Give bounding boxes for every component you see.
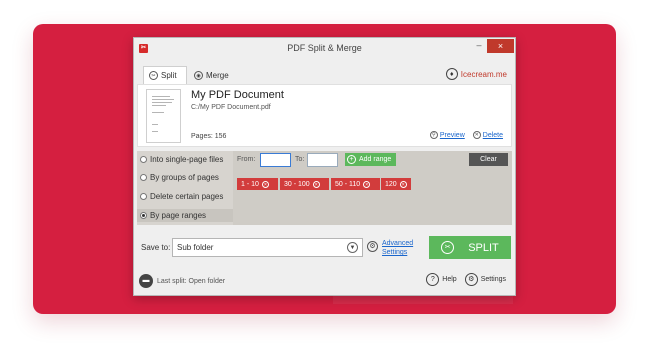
split-button[interactable]: ✂ SPLIT: [429, 236, 511, 259]
document-path: C:/My PDF Document.pdf: [191, 104, 271, 111]
document-actions: ⚲ Preview ✕ Delete: [422, 131, 503, 139]
radio-label: By page ranges: [150, 211, 207, 220]
tab-merge-label: Merge: [206, 70, 229, 80]
radio-dot: [140, 193, 147, 200]
range-chip-label: 1 - 10: [241, 180, 259, 188]
range-chip[interactable]: 1 - 10 ×: [237, 178, 278, 190]
save-to-value: Sub folder: [177, 243, 214, 252]
advanced-label-line2: Settings: [382, 249, 408, 256]
preview-link[interactable]: Preview: [440, 132, 465, 139]
tab-split-label: Split: [161, 71, 177, 80]
document-panel: My PDF Document C:/My PDF Document.pdf P…: [137, 84, 512, 147]
merge-icon: ◉: [194, 70, 203, 80]
tab-merge[interactable]: ◉ Merge: [194, 66, 229, 84]
remove-icon[interactable]: ×: [399, 180, 407, 188]
from-input[interactable]: [260, 153, 291, 167]
radio-label: Into single-page files: [150, 155, 224, 164]
app-window: ✂ PDF Split & Merge – × ✂ Split ◉ Merge …: [133, 37, 516, 296]
page-range-editor: From: To: + Add range Clear 1 - 10 × 30 …: [233, 151, 512, 225]
brand-label: Icecream.me: [460, 69, 507, 79]
save-to-select[interactable]: Sub folder ▼: [172, 238, 363, 257]
folder-icon: ▬: [139, 274, 153, 288]
minimize-button[interactable]: –: [473, 39, 485, 53]
range-chip-label: 50 - 110: [335, 180, 361, 188]
range-chip[interactable]: 50 - 110 ×: [331, 178, 380, 190]
clear-button[interactable]: Clear: [469, 153, 508, 166]
settings-gear-icon[interactable]: ⚙: [464, 273, 478, 286]
radio-label: By groups of pages: [150, 173, 219, 182]
preview-icon: ⚲: [429, 131, 438, 139]
range-chip[interactable]: 120 ×: [381, 178, 411, 190]
range-chip-label: 30 - 100: [284, 180, 310, 188]
help-icon[interactable]: ?: [426, 273, 440, 286]
range-chip-label: 120: [385, 180, 397, 188]
icecream-logo-icon: ♦: [445, 68, 458, 80]
window-title: PDF Split & Merge: [287, 43, 362, 53]
split-options-panel: Into single-page files By groups of page…: [137, 151, 512, 225]
plus-icon: +: [347, 155, 356, 164]
add-range-label: Add range: [359, 156, 392, 163]
to-input[interactable]: [307, 153, 338, 167]
last-split-link[interactable]: ▬ Last split: Open folder: [139, 274, 225, 288]
radio-single-page[interactable]: Into single-page files: [140, 153, 223, 166]
remove-icon[interactable]: ×: [312, 180, 320, 188]
remove-icon[interactable]: ×: [363, 180, 371, 188]
remove-icon[interactable]: ×: [261, 180, 269, 188]
footer-actions: ? Help ⚙ Settings: [418, 273, 506, 286]
brand-link[interactable]: ♦ Icecream.me: [445, 66, 507, 82]
radio-groups-of-pages[interactable]: By groups of pages: [140, 171, 219, 184]
scissors-icon: ✂: [441, 241, 455, 254]
split-mode-list: Into single-page files By groups of page…: [137, 151, 233, 225]
from-label: From:: [237, 156, 256, 163]
delete-link[interactable]: Delete: [483, 132, 503, 139]
add-range-button[interactable]: + Add range: [345, 153, 396, 166]
settings-label[interactable]: Settings: [481, 276, 506, 283]
range-chip[interactable]: 30 - 100 ×: [280, 178, 329, 190]
advanced-label-line1: Advanced: [382, 240, 414, 247]
document-title: My PDF Document: [191, 89, 284, 101]
radio-label: Delete certain pages: [150, 192, 224, 201]
radio-dot-selected: [140, 212, 147, 219]
radio-dot: [140, 174, 147, 181]
radio-page-ranges[interactable]: By page ranges: [137, 209, 233, 222]
help-label[interactable]: Help: [442, 276, 456, 283]
tab-bar: ✂ Split ◉ Merge ♦ Icecream.me: [134, 66, 515, 84]
to-label: To:: [295, 156, 305, 163]
split-button-label: SPLIT: [468, 241, 499, 254]
radio-delete-pages[interactable]: Delete certain pages: [140, 190, 223, 203]
last-split-label: Last split: Open folder: [157, 277, 226, 285]
advanced-settings-link[interactable]: Advanced Settings: [382, 239, 413, 257]
scissors-icon: ✂: [149, 71, 158, 80]
document-page-count: Pages: 156: [191, 133, 227, 140]
delete-icon: ✕: [472, 131, 481, 139]
gear-icon[interactable]: ⚙: [367, 241, 378, 252]
save-to-label: Save to:: [141, 243, 171, 252]
tab-split[interactable]: ✂ Split: [143, 66, 187, 84]
radio-dot: [140, 156, 147, 163]
title-bar: ✂ PDF Split & Merge – ×: [134, 38, 515, 58]
chevron-down-icon: ▼: [347, 242, 358, 253]
close-button[interactable]: ×: [487, 39, 514, 53]
pdf-thumbnail: [146, 89, 181, 143]
